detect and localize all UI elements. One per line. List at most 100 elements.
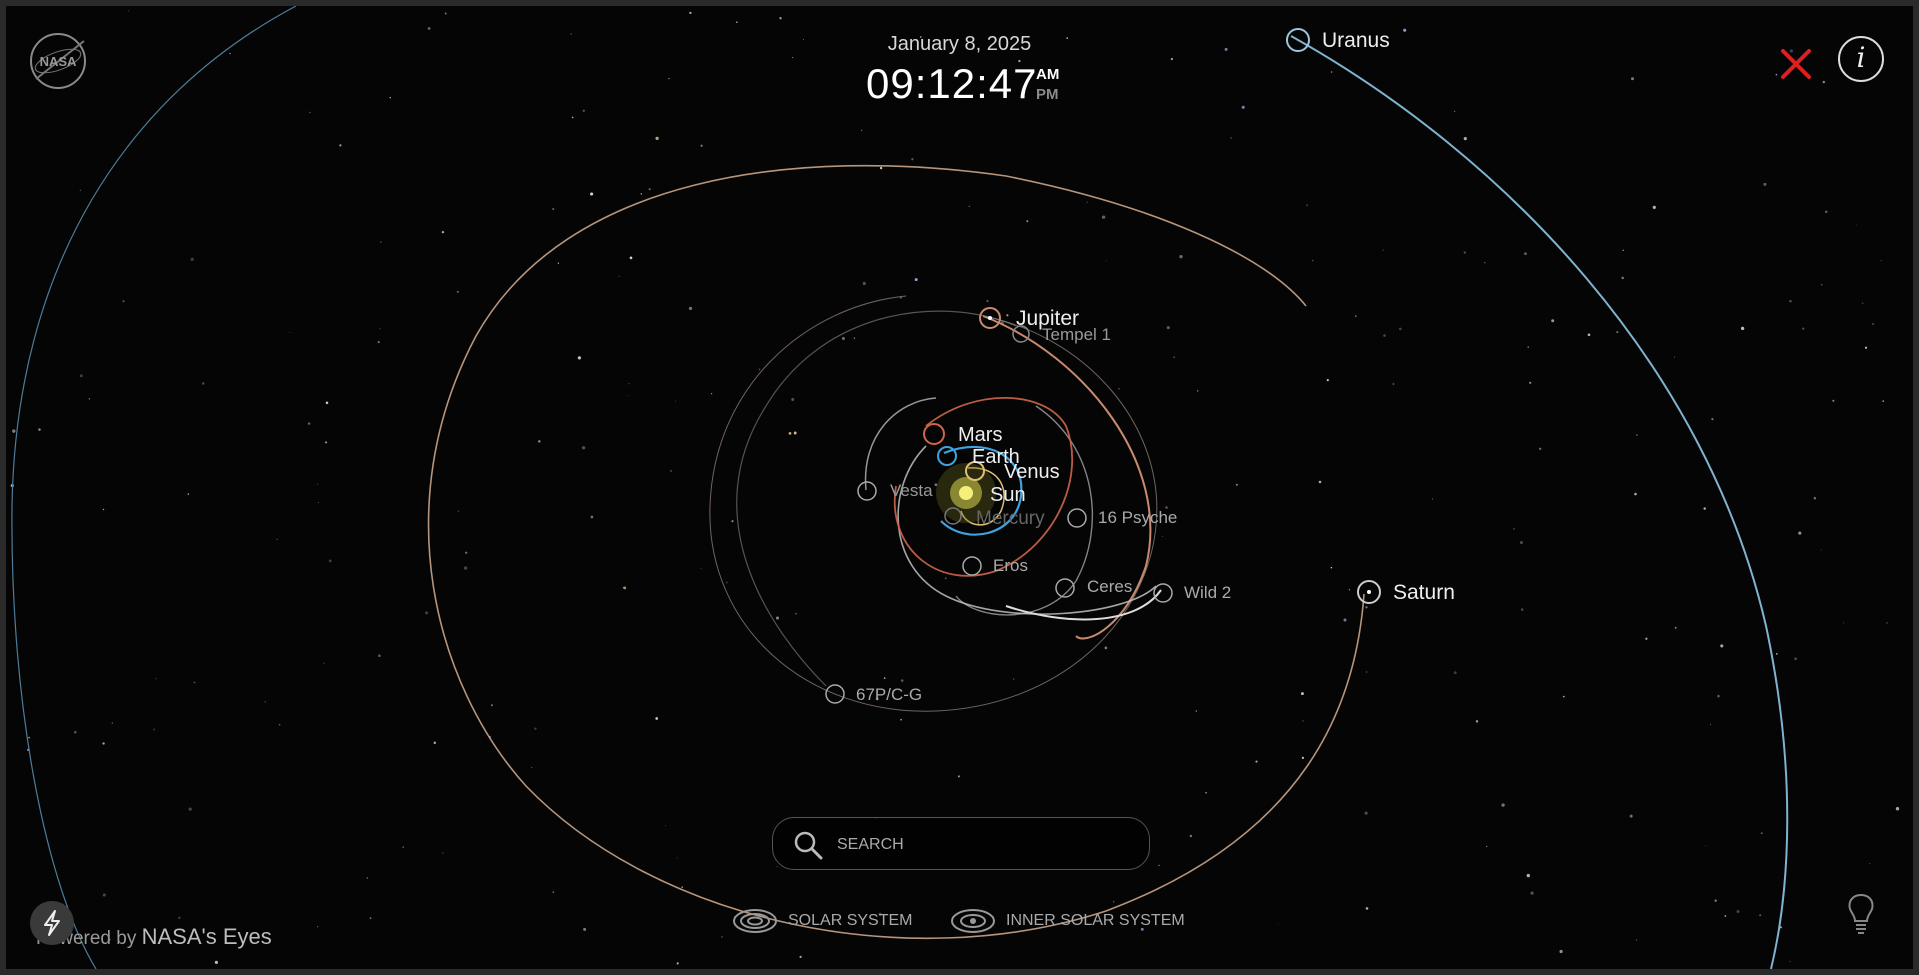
nasa-logo-text: NASA <box>40 54 77 69</box>
sun-label[interactable]: Sun <box>990 484 1026 506</box>
star <box>1855 224 1857 226</box>
eros-marker[interactable] <box>962 556 982 576</box>
comet-67p-label[interactable]: 67P/C-G <box>856 685 922 704</box>
pm-toggle[interactable]: PM <box>1036 86 1059 103</box>
saturn-label[interactable]: Saturn <box>1393 581 1455 604</box>
star <box>1086 201 1088 204</box>
info-button[interactable]: i <box>1838 36 1884 82</box>
star <box>1861 302 1864 305</box>
psyche-label[interactable]: 16 Psyche <box>1098 508 1177 527</box>
star <box>122 300 125 303</box>
mars-label[interactable]: Mars <box>958 424 1002 446</box>
star <box>1872 322 1874 325</box>
mercury-label[interactable]: Mercury <box>976 508 1045 529</box>
star <box>1652 205 1656 209</box>
star <box>900 297 902 299</box>
star <box>628 383 630 385</box>
star <box>1645 637 1648 640</box>
star <box>1709 723 1711 725</box>
earth-marker[interactable] <box>937 446 957 466</box>
vesta-label[interactable]: Vesta <box>890 481 933 500</box>
close-button[interactable] <box>1774 42 1818 86</box>
star <box>1463 251 1466 254</box>
star <box>278 723 281 726</box>
star <box>534 727 537 730</box>
star <box>102 742 105 745</box>
eros-label[interactable]: Eros <box>993 556 1028 575</box>
saturn-marker[interactable] <box>1357 580 1381 604</box>
star <box>861 129 863 132</box>
star <box>1306 204 1308 206</box>
star <box>1197 390 1199 392</box>
star <box>325 401 329 405</box>
star <box>1760 832 1763 835</box>
star <box>1759 914 1762 917</box>
current-time[interactable]: 09:12:47 <box>866 60 1038 108</box>
vesta-marker[interactable] <box>857 481 877 501</box>
inner-solar-system-view-button[interactable]: INNER SOLAR SYSTEM <box>950 906 1185 936</box>
star <box>577 356 582 360</box>
star <box>664 825 666 827</box>
wild2-label[interactable]: Wild 2 <box>1184 583 1231 602</box>
star <box>264 701 266 703</box>
star <box>1822 80 1826 84</box>
search-icon <box>794 831 823 860</box>
star <box>1635 939 1638 941</box>
am-toggle[interactable]: AM <box>1036 66 1059 83</box>
inner-solar-system-view-label: INNER SOLAR SYSTEM <box>1006 912 1185 929</box>
star <box>1403 28 1407 32</box>
mars-marker[interactable] <box>923 423 945 445</box>
star <box>1006 314 1009 317</box>
star <box>552 207 555 211</box>
star <box>776 866 778 868</box>
star <box>648 188 651 191</box>
star <box>681 886 684 889</box>
star <box>629 256 633 260</box>
star <box>1382 249 1384 251</box>
lightning-button[interactable] <box>30 901 74 945</box>
star <box>38 428 41 431</box>
lightbulb-button[interactable] <box>1844 891 1878 935</box>
ceres-label[interactable]: Ceres <box>1087 577 1132 596</box>
star <box>463 566 468 570</box>
star <box>307 422 311 425</box>
close-icon <box>1781 49 1811 79</box>
search-box[interactable] <box>772 817 1150 870</box>
star <box>862 281 866 286</box>
sun-marker[interactable] <box>959 486 973 500</box>
tempel1-label[interactable]: Tempel 1 <box>1042 325 1111 344</box>
star <box>1463 137 1467 141</box>
wild2-marker[interactable] <box>1153 583 1173 603</box>
star <box>1519 541 1524 545</box>
jupiter-marker[interactable] <box>979 307 1001 329</box>
star <box>735 21 738 24</box>
star <box>688 306 693 311</box>
star <box>1158 864 1160 867</box>
star <box>900 718 902 721</box>
wild2-orbit <box>1005 589 1162 621</box>
star <box>581 446 586 450</box>
star <box>464 551 468 555</box>
star <box>853 337 856 339</box>
psyche-marker[interactable] <box>1067 508 1087 528</box>
star <box>623 586 627 590</box>
search-input[interactable] <box>835 827 1139 863</box>
star <box>1318 480 1322 484</box>
star <box>1705 845 1707 847</box>
star <box>317 483 319 485</box>
star <box>731 520 734 523</box>
star <box>934 483 938 487</box>
powered-by-brand: NASA's Eyes <box>141 924 272 949</box>
venus-label[interactable]: Venus <box>1004 461 1060 483</box>
star <box>791 398 795 401</box>
star <box>538 440 541 443</box>
solar-system-view-button[interactable]: SOLAR SYSTEM <box>732 906 912 936</box>
star <box>968 205 970 208</box>
star <box>190 257 194 261</box>
star <box>1523 252 1527 256</box>
star <box>1789 960 1791 962</box>
star <box>201 382 205 385</box>
star <box>79 189 81 191</box>
uranus-orbit <box>11 6 297 969</box>
lightning-icon <box>44 910 60 936</box>
